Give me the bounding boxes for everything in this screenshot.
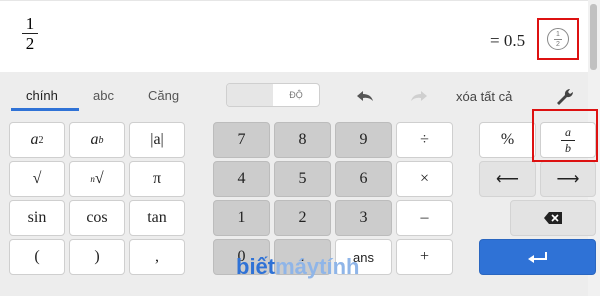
backspace-key[interactable]	[510, 200, 596, 236]
key-6[interactable]: 6	[335, 161, 392, 197]
key-8[interactable]: 8	[274, 122, 331, 158]
key-1[interactable]: 1	[213, 200, 270, 236]
key-5[interactable]: 5	[274, 161, 331, 197]
fraction-input: 1 2	[22, 15, 38, 52]
fraction-denominator: 2	[25, 34, 35, 53]
sin-key[interactable]: sin	[9, 200, 65, 236]
fraction-decimal-toggle-icon[interactable]: 12	[547, 28, 569, 50]
tab-functions[interactable]: Căng	[148, 88, 179, 103]
undo-icon[interactable]	[352, 86, 376, 106]
keypad-tabs: chính abc Căng ĐỘ xóa tất cả	[0, 72, 588, 112]
minus-key[interactable]: –	[396, 200, 453, 236]
close-paren-key[interactable]: )	[69, 239, 125, 275]
tab-abc[interactable]: abc	[93, 88, 114, 103]
abs-key[interactable]: |a|	[129, 122, 185, 158]
percent-key[interactable]: %	[479, 122, 536, 158]
key-3[interactable]: 3	[335, 200, 392, 236]
angle-unit-radian[interactable]	[227, 84, 273, 106]
tan-key[interactable]: tan	[129, 200, 185, 236]
angle-unit-degree[interactable]: ĐỘ	[273, 84, 319, 106]
left-arrow-key[interactable]: ⟵	[479, 161, 536, 197]
multiply-key[interactable]: ×	[396, 161, 453, 197]
key-2[interactable]: 2	[274, 200, 331, 236]
open-paren-key[interactable]: (	[9, 239, 65, 275]
expression-line[interactable]: 1 2 = 0.5 12	[0, 0, 588, 74]
power-key[interactable]: ab	[69, 122, 125, 158]
tab-main[interactable]: chính	[26, 88, 58, 103]
result-value: = 0.5	[490, 31, 526, 50]
sqrt-key[interactable]: √	[9, 161, 65, 197]
fraction-numerator: 1	[25, 14, 35, 33]
angle-unit-toggle[interactable]: ĐỘ	[226, 83, 320, 107]
key-4[interactable]: 4	[213, 161, 270, 197]
cos-key[interactable]: cos	[69, 200, 125, 236]
watermark-part1: biết	[236, 254, 276, 279]
right-arrow-key[interactable]: ⟶	[540, 161, 596, 197]
watermark-logo: biếtmáytính	[236, 254, 359, 280]
backspace-icon	[544, 212, 562, 224]
highlight-box-fraction-key	[532, 109, 598, 162]
pi-key[interactable]: π	[129, 161, 185, 197]
redo-icon[interactable]	[408, 86, 432, 106]
enter-icon	[527, 252, 547, 263]
key-7[interactable]: 7	[213, 122, 270, 158]
clear-all-button[interactable]: xóa tất cả	[456, 89, 512, 104]
active-tab-indicator	[11, 108, 79, 111]
scrollbar-thumb[interactable]	[590, 4, 597, 70]
highlight-box-result: 12	[537, 18, 579, 60]
enter-key[interactable]	[479, 239, 596, 275]
divide-key[interactable]: ÷	[396, 122, 453, 158]
watermark-part2: máytính	[275, 254, 360, 279]
key-9[interactable]: 9	[335, 122, 392, 158]
square-key[interactable]: a2	[9, 122, 65, 158]
plus-key[interactable]: +	[396, 239, 453, 275]
nth-root-key[interactable]: n √	[69, 161, 125, 197]
comma-key[interactable]: ,	[129, 239, 185, 275]
wrench-icon[interactable]	[553, 86, 577, 106]
